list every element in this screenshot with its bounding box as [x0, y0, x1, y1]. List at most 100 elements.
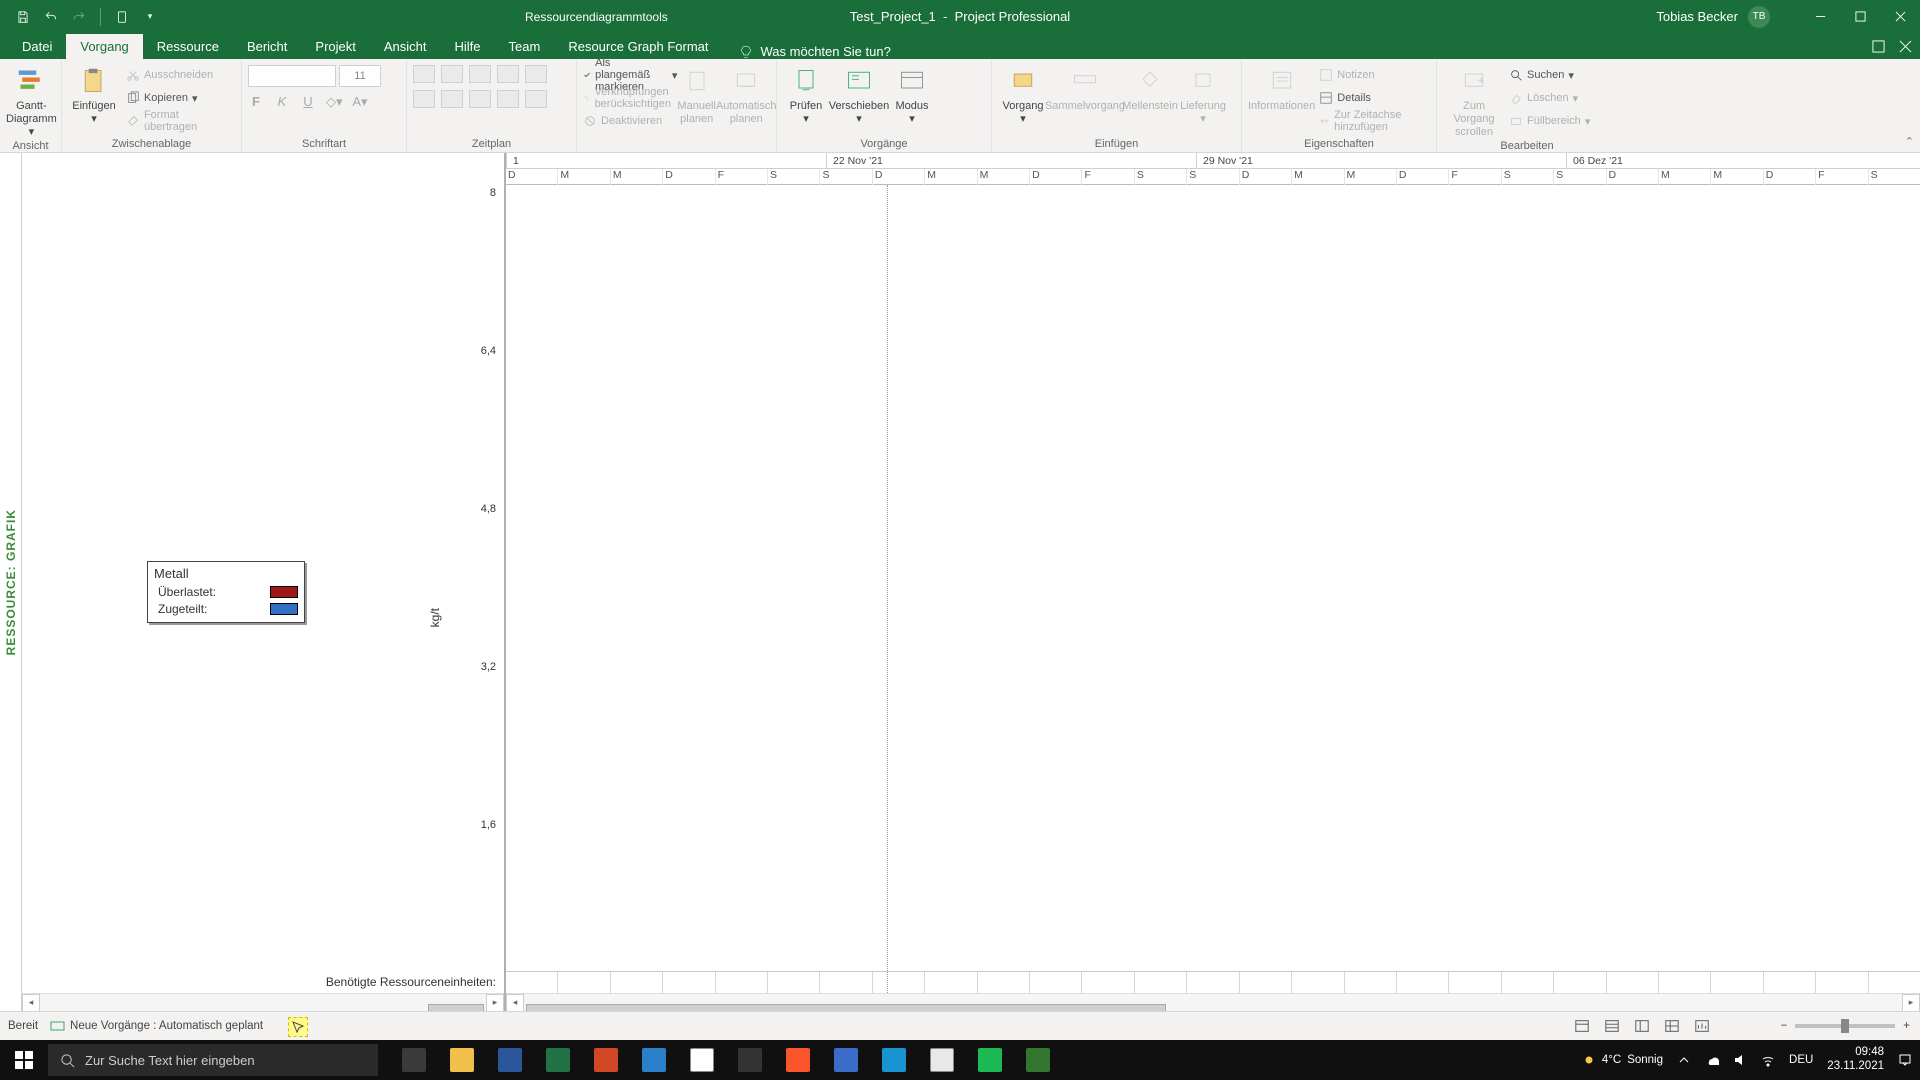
- right-hscrollbar[interactable]: ◂ ▸: [506, 993, 1920, 1011]
- zoom-track[interactable]: [1795, 1024, 1895, 1028]
- add-timeline-button[interactable]: Zur Zeitachse hinzufügen: [1319, 111, 1430, 131]
- zoom-in-icon[interactable]: +: [1903, 1020, 1910, 1032]
- taskbar-edge-icon[interactable]: [870, 1040, 918, 1080]
- tab-hilfe[interactable]: Hilfe: [441, 34, 495, 59]
- mode-icon: [896, 65, 928, 97]
- tab-ressource[interactable]: Ressource: [143, 34, 233, 59]
- collapse-ribbon-icon[interactable]: ⌃: [1905, 135, 1914, 148]
- ribbon-display-icon[interactable]: [1872, 40, 1885, 53]
- font-color-button[interactable]: A▾: [352, 94, 368, 110]
- left-hscrollbar[interactable]: ◂ ▸: [22, 993, 504, 1011]
- outdent-indent-buttons[interactable]: [413, 90, 547, 108]
- close-button[interactable]: [1880, 0, 1920, 33]
- chart-body[interactable]: [506, 185, 1920, 1011]
- cut-button[interactable]: Ausschneiden: [126, 65, 235, 85]
- minimize-button[interactable]: [1800, 0, 1840, 33]
- view-buttons[interactable]: [1574, 1018, 1710, 1034]
- start-button[interactable]: [0, 1040, 48, 1080]
- tray-chevron-icon[interactable]: [1677, 1053, 1691, 1067]
- redo-icon[interactable]: [68, 6, 90, 28]
- find-button[interactable]: Suchen ▾: [1509, 65, 1590, 85]
- scroll-right-icon[interactable]: ▸: [486, 994, 504, 1012]
- maximize-button[interactable]: [1840, 0, 1880, 33]
- taskbar-spotify-icon[interactable]: [966, 1040, 1014, 1080]
- auto-schedule-button[interactable]: Automatisch planen: [716, 63, 777, 126]
- zoom-out-icon[interactable]: −: [1781, 1020, 1788, 1032]
- view-team-planner-icon[interactable]: [1634, 1018, 1650, 1034]
- taskbar-app-73-icon[interactable]: [630, 1040, 678, 1080]
- save-icon[interactable]: [12, 6, 34, 28]
- taskbar-word-icon[interactable]: [486, 1040, 534, 1080]
- fill-button[interactable]: Füllbereich ▾: [1509, 111, 1590, 131]
- tab-bericht[interactable]: Bericht: [233, 34, 301, 59]
- notes-button[interactable]: Notizen: [1319, 65, 1430, 85]
- taskbar-app-2-icon[interactable]: [822, 1040, 870, 1080]
- onedrive-icon[interactable]: [1705, 1053, 1719, 1067]
- taskbar-notepad-icon[interactable]: [918, 1040, 966, 1080]
- taskbar-chrome-icon[interactable]: [678, 1040, 726, 1080]
- tab-ansicht[interactable]: Ansicht: [370, 34, 441, 59]
- mode-button[interactable]: Modus▾: [889, 63, 935, 126]
- tab-vorgang[interactable]: Vorgang: [66, 34, 142, 59]
- paste-button[interactable]: Einfügen ▾: [68, 63, 120, 126]
- touch-mode-icon[interactable]: [111, 6, 133, 28]
- view-report-icon[interactable]: [1694, 1018, 1710, 1034]
- qat-customize-icon[interactable]: ▾: [139, 6, 161, 28]
- account-area[interactable]: Tobias Becker TB: [1656, 6, 1770, 28]
- taskbar-obs-icon[interactable]: [726, 1040, 774, 1080]
- respect-links-button[interactable]: Verknüpfungen berücksichtigen: [583, 88, 677, 108]
- manual-schedule-button[interactable]: Manuell planen: [677, 63, 716, 126]
- italic-button[interactable]: K: [274, 94, 290, 110]
- notifications-icon[interactable]: [1898, 1053, 1912, 1067]
- tab-projekt[interactable]: Projekt: [301, 34, 369, 59]
- taskbar-search[interactable]: Zur Suche Text hier eingeben: [48, 1044, 378, 1076]
- scroll-left-icon[interactable]: ◂: [506, 994, 524, 1012]
- status-new-tasks[interactable]: Neue Vorgänge : Automatisch geplant: [50, 1020, 263, 1032]
- font-name-input[interactable]: [248, 65, 336, 87]
- tab-datei[interactable]: Datei: [8, 34, 66, 59]
- taskbar-task-view-icon[interactable]: [390, 1040, 438, 1080]
- weather-widget[interactable]: 4°C Sonnig: [1582, 1053, 1663, 1067]
- view-task-usage-icon[interactable]: [1604, 1018, 1620, 1034]
- tab-team[interactable]: Team: [495, 34, 555, 59]
- view-gantt-icon[interactable]: [1574, 1018, 1590, 1034]
- taskbar-clock[interactable]: 09:48 23.11.2021: [1827, 1046, 1884, 1074]
- wifi-icon[interactable]: [1761, 1053, 1775, 1067]
- information-button[interactable]: Informationen: [1248, 63, 1315, 113]
- zoom-slider[interactable]: − +: [1781, 1020, 1910, 1032]
- deliverable-button[interactable]: Lieferung▾: [1178, 63, 1228, 126]
- undo-icon[interactable]: [40, 6, 62, 28]
- move-button[interactable]: Verschieben▾: [829, 63, 889, 126]
- clear-button[interactable]: Löschen ▾: [1509, 88, 1590, 108]
- inspect-button[interactable]: Prüfen▾: [783, 63, 829, 126]
- fill-color-button[interactable]: ◇▾: [326, 94, 342, 110]
- bold-button[interactable]: F: [248, 94, 264, 110]
- summary-task-button[interactable]: Sammelvorgang: [1048, 63, 1122, 113]
- tab-format[interactable]: Resource Graph Format: [554, 34, 722, 59]
- details-button[interactable]: Details: [1319, 88, 1430, 108]
- taskbar-brave-icon[interactable]: [774, 1040, 822, 1080]
- underline-button[interactable]: U: [300, 94, 316, 110]
- volume-icon[interactable]: [1733, 1053, 1747, 1067]
- taskbar-project-icon[interactable]: [1014, 1040, 1062, 1080]
- tell-me-search[interactable]: Was möchten Sie tun?: [739, 44, 891, 59]
- font-size-input[interactable]: [339, 65, 381, 87]
- grid-cell: [1186, 972, 1238, 993]
- taskbar-file-explorer-icon[interactable]: [438, 1040, 486, 1080]
- deactivate-button[interactable]: Deaktivieren: [583, 111, 677, 131]
- gantt-chart-button[interactable]: Gantt-Diagramm ▾: [6, 63, 57, 140]
- view-resource-sheet-icon[interactable]: [1664, 1018, 1680, 1034]
- scroll-right-icon[interactable]: ▸: [1902, 994, 1920, 1012]
- insert-task-button[interactable]: Vorgang▾: [998, 63, 1048, 126]
- percent-complete-buttons[interactable]: [413, 65, 547, 83]
- copy-button[interactable]: Kopieren ▾: [126, 88, 235, 108]
- scroll-left-icon[interactable]: ◂: [22, 994, 40, 1012]
- scroll-to-task-button[interactable]: Zum Vorgang scrollen: [1443, 63, 1505, 140]
- format-painter-button[interactable]: Format übertragen: [126, 111, 235, 131]
- milestone-button[interactable]: Meilenstein: [1122, 63, 1178, 113]
- language-indicator[interactable]: DEU: [1789, 1054, 1813, 1066]
- ribbon-close-icon[interactable]: [1899, 40, 1912, 53]
- taskbar-excel-icon[interactable]: [534, 1040, 582, 1080]
- mark-ontrack-button[interactable]: Als plangemäß markieren ▾: [583, 65, 677, 85]
- taskbar-powerpoint-icon[interactable]: [582, 1040, 630, 1080]
